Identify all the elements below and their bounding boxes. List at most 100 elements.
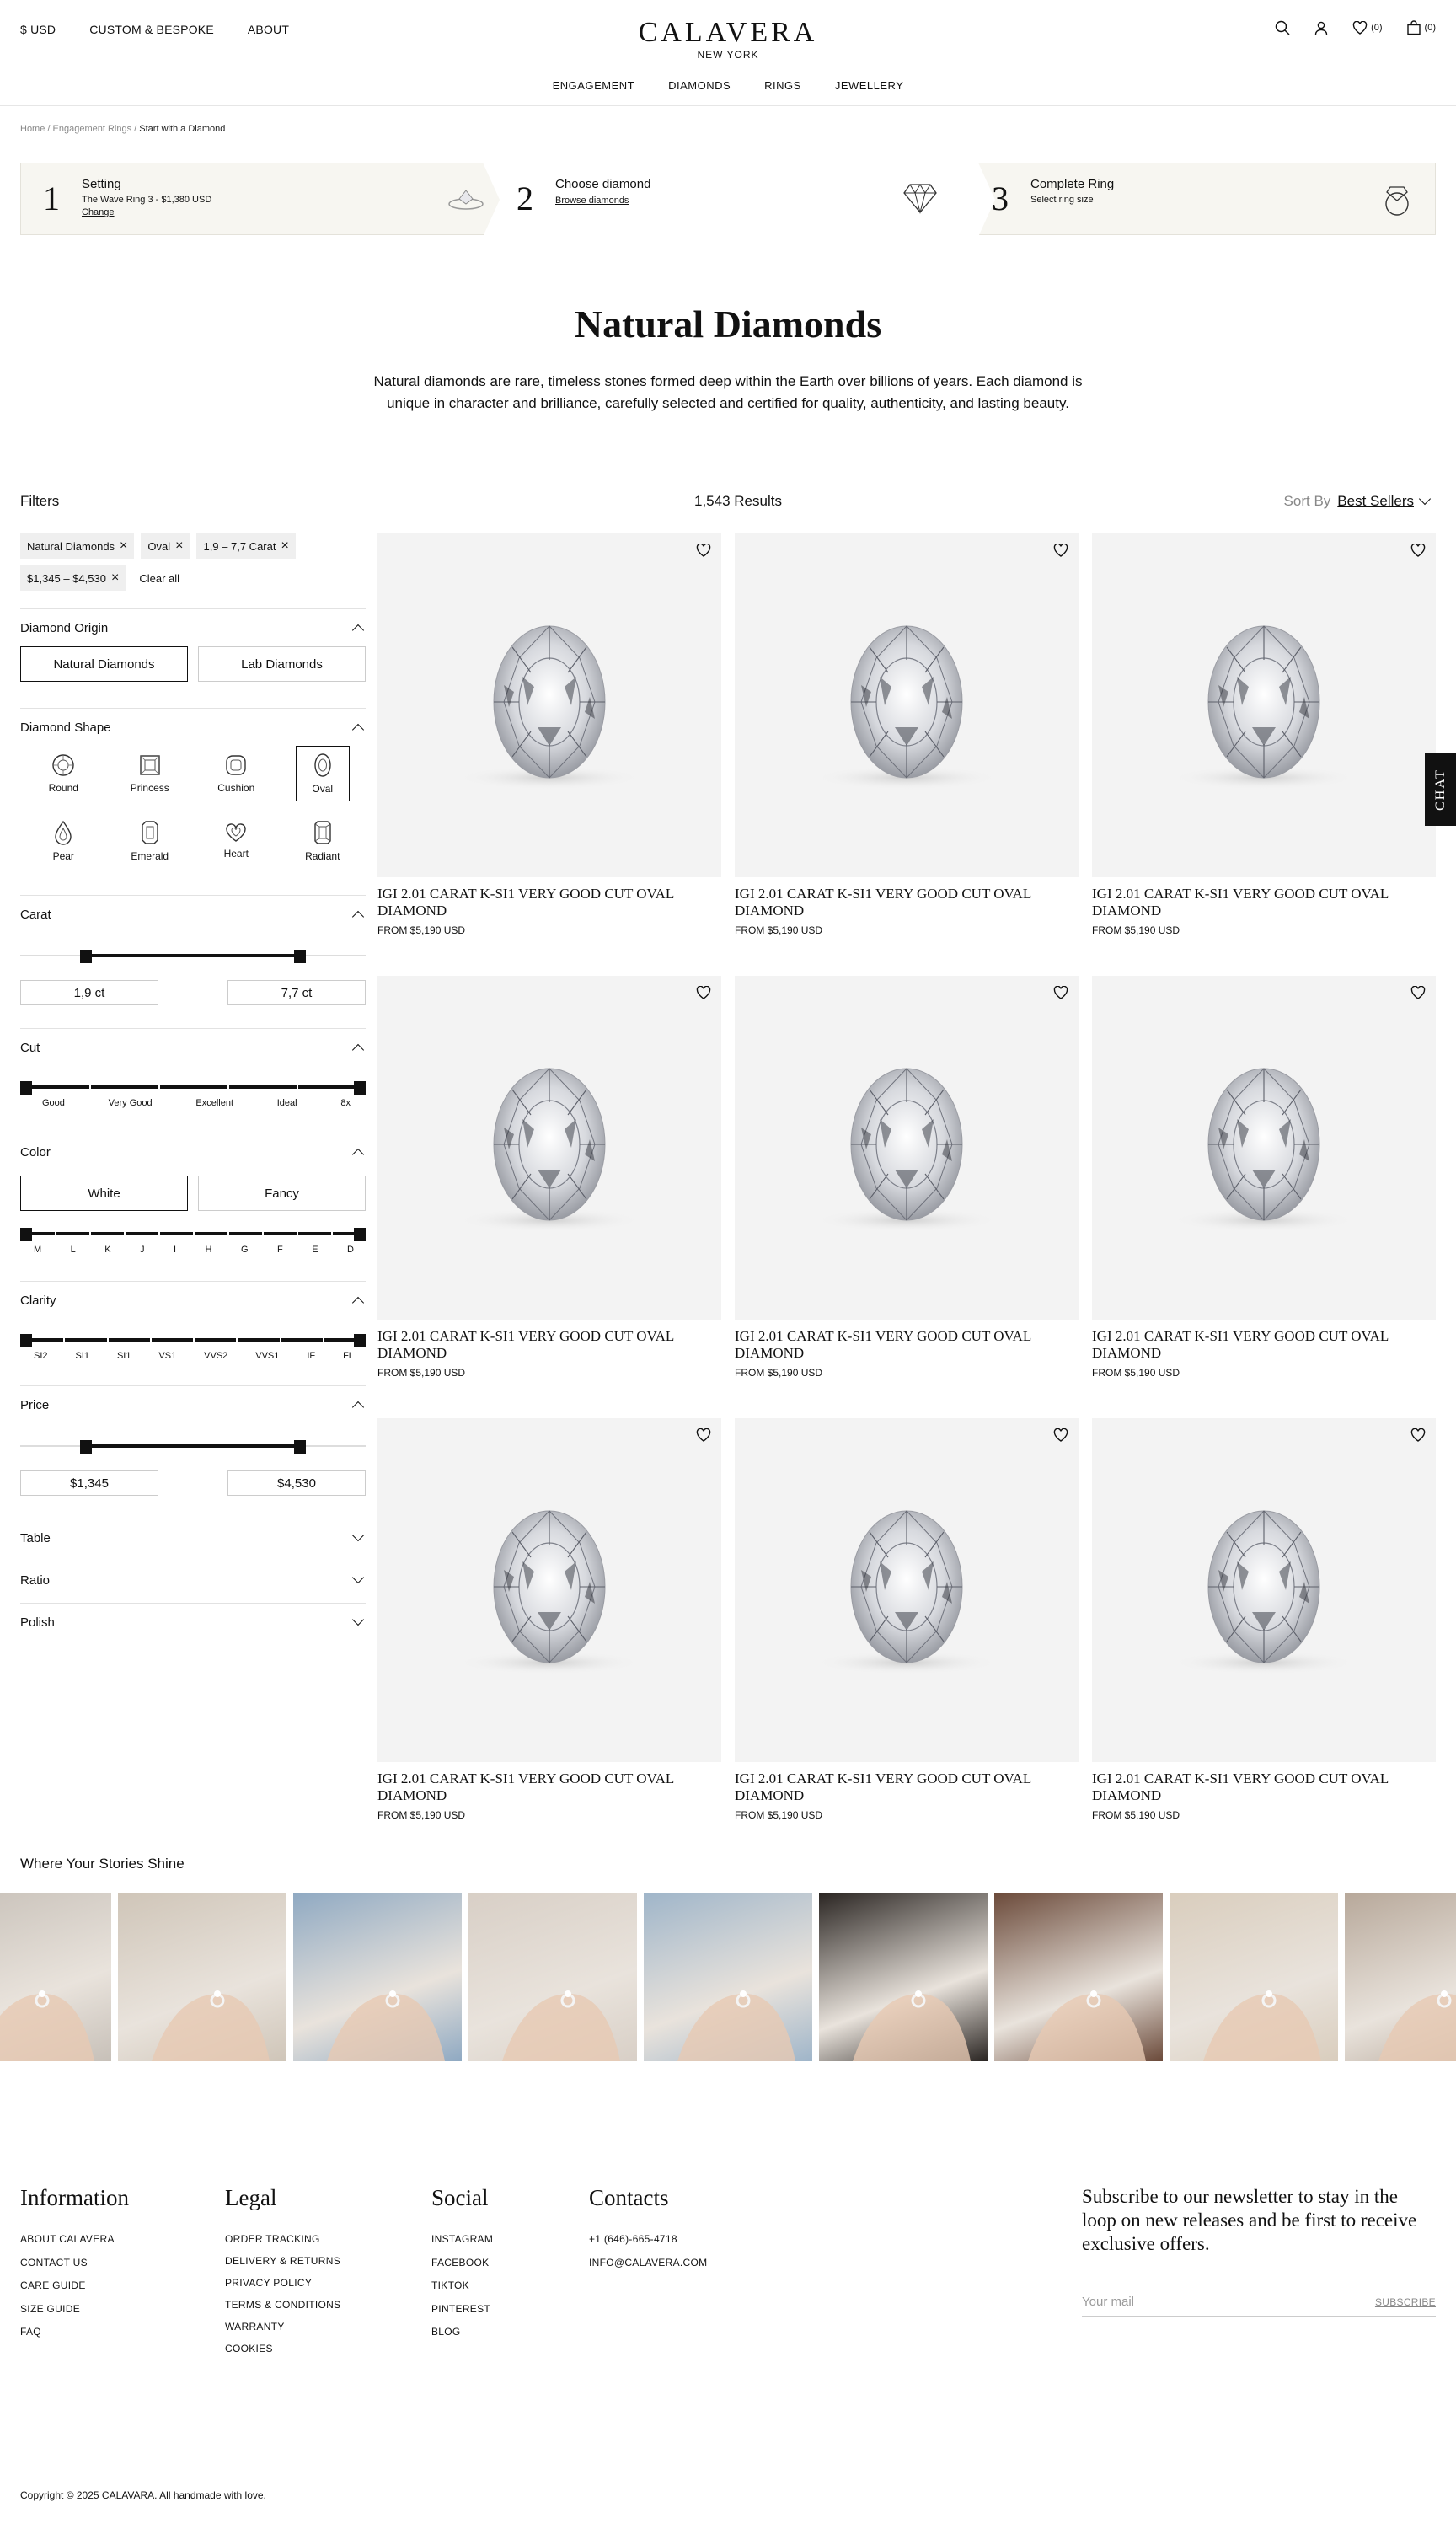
breadcrumb-home[interactable]: Home [20, 124, 45, 134]
footer-link-cookies[interactable]: COOKIES [225, 2338, 340, 2360]
chevron-down-icon[interactable] [351, 1613, 365, 1626]
clarity-range-slider[interactable] [20, 1327, 366, 1353]
close-icon[interactable]: × [281, 538, 288, 554]
filter-header[interactable]: Table [20, 1519, 366, 1556]
slider-thumb-max[interactable] [294, 1440, 307, 1454]
color-fancy-toggle[interactable]: Fancy [198, 1176, 366, 1211]
footer-link-care-guide[interactable]: CARE GUIDE [20, 2274, 129, 2298]
chevron-up-icon[interactable] [351, 910, 365, 924]
slider-thumb-min[interactable] [79, 950, 92, 963]
filter-header[interactable]: Diamond Origin [20, 609, 366, 646]
heart-icon[interactable] [696, 986, 711, 999]
footer-link-warranty[interactable]: WARRANTY [225, 2316, 340, 2338]
shape-pear[interactable]: Pear [20, 813, 107, 869]
product-name[interactable]: IGI 2.01 CARAT K-SI1 VERY GOOD CUT OVAL … [1092, 1328, 1425, 1362]
clear-all-button[interactable]: Clear all [132, 565, 179, 591]
nav-diamonds[interactable]: DIAMONDS [668, 79, 731, 92]
product-name[interactable]: IGI 2.01 CARAT K-SI1 VERY GOOD CUT OVAL … [735, 1770, 1068, 1804]
shape-emerald[interactable]: Emerald [107, 813, 194, 869]
price-range-slider[interactable] [20, 1433, 366, 1459]
footer-link-facebook[interactable]: FACEBOOK [431, 2252, 493, 2275]
footer-link-privacy[interactable]: PRIVACY POLICY [225, 2272, 340, 2294]
slider-thumb-min[interactable] [20, 1334, 32, 1347]
cut-range-slider[interactable] [20, 1074, 366, 1100]
product-card[interactable]: IGI 2.01 CARAT K-SI1 VERY GOOD CUT OVAL … [377, 976, 721, 1379]
story-image[interactable] [0, 1893, 111, 2061]
chevron-down-icon[interactable] [1418, 492, 1432, 506]
heart-icon[interactable] [1410, 544, 1426, 557]
product-card[interactable]: IGI 2.01 CARAT K-SI1 VERY GOOD CUT OVAL … [1092, 976, 1436, 1379]
filter-header[interactable]: Carat [20, 896, 366, 933]
story-image[interactable] [118, 1893, 286, 2061]
slider-thumb-min[interactable] [20, 1228, 32, 1241]
chevron-down-icon[interactable] [351, 1571, 365, 1584]
filter-header[interactable]: Price [20, 1386, 366, 1423]
carat-range-slider[interactable] [20, 943, 366, 968]
footer-link-terms[interactable]: TERMS & CONDITIONS [225, 2294, 340, 2316]
product-card[interactable]: IGI 2.01 CARAT K-SI1 VERY GOOD CUT OVAL … [1092, 1418, 1436, 1821]
product-name[interactable]: IGI 2.01 CARAT K-SI1 VERY GOOD CUT OVAL … [377, 1328, 710, 1362]
subscribe-button[interactable]: SUBSCRIBE [1375, 2296, 1436, 2308]
chevron-up-icon[interactable] [351, 1148, 365, 1161]
chevron-up-icon[interactable] [351, 1296, 365, 1310]
color-range-slider[interactable] [20, 1221, 366, 1246]
shape-princess[interactable]: Princess [107, 746, 194, 801]
product-card[interactable]: IGI 2.01 CARAT K-SI1 VERY GOOD CUT OVAL … [735, 1418, 1079, 1821]
shape-radiant[interactable]: Radiant [280, 813, 367, 869]
heart-icon[interactable] [696, 1428, 711, 1442]
nav-engagement[interactable]: ENGAGEMENT [553, 79, 634, 92]
filter-header[interactable]: Diamond Shape [20, 709, 366, 746]
story-image[interactable] [468, 1893, 637, 2061]
slider-thumb-max[interactable] [294, 950, 307, 963]
carat-min-input[interactable]: 1,9 ct [20, 980, 158, 1005]
slider-thumb-max[interactable] [354, 1334, 366, 1347]
product-card[interactable]: IGI 2.01 CARAT K-SI1 VERY GOOD CUT OVAL … [735, 533, 1079, 936]
product-image[interactable] [1092, 976, 1436, 1320]
product-name[interactable]: IGI 2.01 CARAT K-SI1 VERY GOOD CUT OVAL … [1092, 1770, 1425, 1804]
footer-phone-link[interactable]: +1 (646)-665-4718 [589, 2228, 707, 2252]
heart-icon[interactable] [1053, 544, 1068, 557]
shape-heart[interactable]: Heart [193, 813, 280, 869]
product-card[interactable]: IGI 2.01 CARAT K-SI1 VERY GOOD CUT OVAL … [377, 1418, 721, 1821]
product-image[interactable] [735, 1418, 1079, 1762]
story-image[interactable] [1170, 1893, 1338, 2061]
origin-lab-toggle[interactable]: Lab Diamonds [198, 646, 366, 682]
filter-chip[interactable]: Oval × [141, 533, 190, 559]
footer-link-tiktok[interactable]: TIKTOK [431, 2274, 493, 2298]
footer-email-link[interactable]: INFO@CALAVERA.COM [589, 2252, 707, 2275]
product-card[interactable]: IGI 2.01 CARAT K-SI1 VERY GOOD CUT OVAL … [377, 533, 721, 936]
product-card[interactable]: IGI 2.01 CARAT K-SI1 VERY GOOD CUT OVAL … [735, 976, 1079, 1379]
story-image[interactable] [293, 1893, 462, 2061]
heart-icon[interactable] [1410, 986, 1426, 999]
nav-rings[interactable]: RINGS [764, 79, 801, 92]
filter-header[interactable]: Color [20, 1133, 366, 1170]
chevron-up-icon[interactable] [351, 1043, 365, 1057]
footer-link-instagram[interactable]: INSTAGRAM [431, 2228, 493, 2252]
footer-link-size-guide[interactable]: SIZE GUIDE [20, 2298, 129, 2322]
step-setting[interactable]: 1 Setting The Wave Ring 3 - $1,380 USD C… [43, 163, 484, 234]
price-max-input[interactable]: $4,530 [228, 1470, 366, 1496]
close-icon[interactable]: × [175, 538, 183, 554]
footer-link-faq[interactable]: FAQ [20, 2321, 129, 2344]
product-name[interactable]: IGI 2.01 CARAT K-SI1 VERY GOOD CUT OVAL … [377, 1770, 710, 1804]
filter-header[interactable]: Ratio [20, 1561, 366, 1599]
close-icon[interactable]: × [111, 570, 119, 586]
heart-icon[interactable] [696, 544, 711, 557]
chevron-down-icon[interactable] [351, 1529, 365, 1542]
slider-thumb-min[interactable] [20, 1081, 32, 1095]
step-choose-diamond[interactable]: 2 Choose diamond Browse diamonds [517, 163, 955, 234]
story-image[interactable] [644, 1893, 812, 2061]
logo[interactable]: CALAVERA NEW YORK [0, 19, 1456, 62]
filter-chip[interactable]: 1,9 – 7,7 Carat × [196, 533, 296, 559]
slider-thumb-min[interactable] [79, 1440, 92, 1454]
wishlist-button[interactable]: (0) [1352, 21, 1383, 35]
step-complete-ring[interactable]: 3 Complete Ring Select ring size [992, 163, 1430, 234]
heart-icon[interactable] [1053, 1428, 1068, 1442]
price-min-input[interactable]: $1,345 [20, 1470, 158, 1496]
product-image[interactable] [377, 533, 721, 877]
story-image[interactable] [994, 1893, 1163, 2061]
slider-thumb-max[interactable] [354, 1228, 366, 1241]
shape-oval[interactable]: Oval [295, 746, 350, 801]
account-icon[interactable] [1314, 20, 1329, 35]
chat-button[interactable]: CHAT [1425, 753, 1456, 826]
